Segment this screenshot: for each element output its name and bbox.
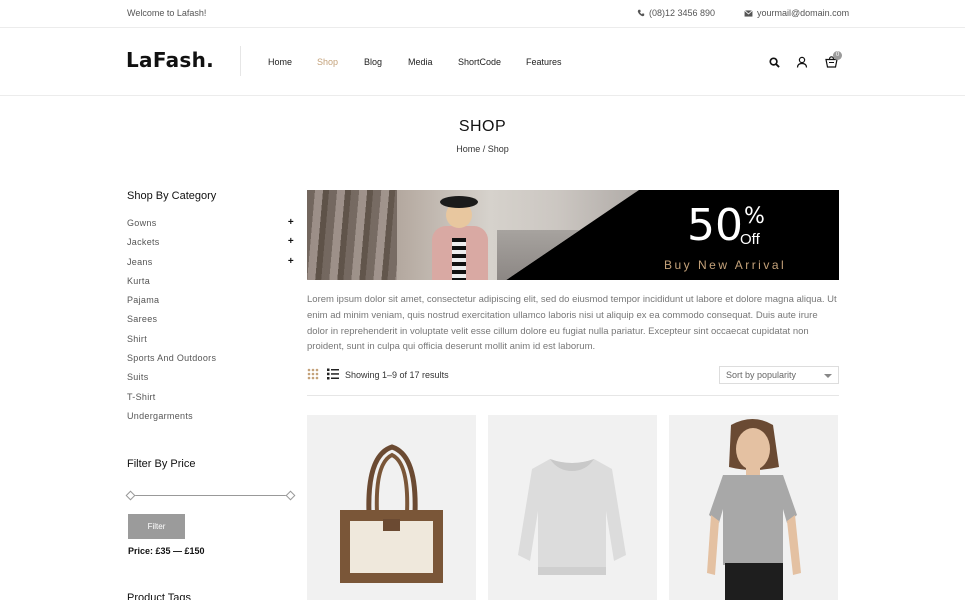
category-label: Jackets [127, 237, 160, 248]
welcome-text: Welcome to Lafash! [127, 8, 207, 18]
price-heading: Filter By Price [127, 458, 196, 470]
category-label: Gowns [127, 218, 157, 228]
category-item[interactable]: Sarees [127, 314, 295, 333]
user-icon[interactable] [796, 56, 808, 68]
slider-min-handle[interactable] [125, 490, 136, 501]
nav-media[interactable]: Media [408, 57, 433, 67]
expand-plus-icon[interactable]: + [288, 236, 294, 247]
promo-banner[interactable]: 50 % Off Buy New Arrival [307, 190, 839, 280]
chevron-down-icon [824, 374, 832, 378]
email-address: yourmail@domain.com [757, 8, 850, 18]
sweater-image [518, 459, 626, 575]
phone-contact: (08)12 3456 890 [637, 8, 715, 18]
list-view-icon[interactable] [327, 368, 339, 380]
product-card[interactable] [488, 415, 657, 600]
category-item[interactable]: Shirt [127, 334, 295, 353]
banner-trees [307, 190, 397, 280]
category-item[interactable]: Jeans + [127, 256, 295, 276]
grid-view-icon[interactable] [307, 368, 319, 380]
shop-description: Lorem ipsum dolor sit amet, consectetur … [307, 294, 837, 353]
mail-icon [744, 9, 753, 17]
tshirt-model-image [707, 419, 801, 600]
category-label: T-Shirt [127, 391, 156, 402]
category-label: Kurta [127, 275, 151, 286]
category-item[interactable]: Sports And Outdoors [127, 353, 295, 372]
banner-off: Off [740, 231, 760, 248]
site-header: LaFash. Home Shop Blog Media ShortCode F… [0, 28, 965, 96]
sort-select[interactable]: Sort by popularity [719, 366, 839, 384]
filter-button[interactable]: Filter [128, 514, 185, 539]
banner-subtitle: Buy New Arrival [664, 258, 787, 272]
banner-photo [307, 190, 639, 280]
category-item[interactable]: Suits [127, 372, 295, 391]
logo-divider [240, 46, 241, 76]
category-item[interactable]: Undergarments [127, 411, 295, 430]
price-range-label: Price: £35 — £150 [128, 546, 205, 556]
nav-blog[interactable]: Blog [364, 57, 382, 67]
tote-bag-image [340, 444, 443, 583]
page-title: SHOP [458, 118, 507, 135]
nav-home[interactable]: Home [268, 57, 292, 67]
banner-sea [497, 230, 637, 280]
email-contact[interactable]: yourmail@domain.com [744, 8, 849, 18]
expand-plus-icon[interactable]: + [288, 217, 294, 228]
category-label: Sarees [127, 314, 158, 325]
results-count: Showing 1–9 of 17 results [345, 370, 449, 380]
category-heading: Shop By Category [127, 190, 217, 202]
banner-discount: 50 [687, 200, 743, 251]
price-range-slider[interactable] [125, 490, 296, 501]
slider-max-handle[interactable] [285, 490, 296, 501]
product-card[interactable] [669, 415, 838, 600]
search-icon[interactable] [769, 57, 780, 68]
category-item[interactable]: Pajama [127, 295, 295, 314]
phone-icon [637, 9, 645, 17]
nav-shortcode[interactable]: ShortCode [458, 57, 501, 67]
nav-shop[interactable]: Shop [317, 57, 338, 67]
shop-toolbar: Showing 1–9 of 17 results Sort by popula… [307, 366, 839, 396]
category-label: Sports And Outdoors [127, 353, 217, 364]
category-label: Shirt [127, 333, 148, 344]
breadcrumb: Home / Shop [456, 144, 509, 154]
category-item[interactable]: T-Shirt [127, 392, 295, 411]
banner-model-top [452, 238, 466, 280]
category-item[interactable]: Jackets + [127, 236, 295, 256]
banner-percent: % [744, 204, 765, 229]
top-bar: Welcome to Lafash! (08)12 3456 890 yourm… [0, 0, 965, 28]
category-list: Gowns + Jackets + Jeans + Kurta Pajama Sare… [127, 217, 295, 430]
category-item[interactable]: Gowns + [127, 217, 295, 237]
category-label: Jeans [127, 256, 153, 267]
site-logo[interactable]: LaFash. [126, 48, 214, 72]
expand-plus-icon[interactable]: + [288, 256, 294, 267]
category-label: Suits [127, 372, 149, 383]
tags-heading: Product Tags [127, 592, 192, 600]
phone-number: (08)12 3456 890 [649, 8, 716, 18]
cart-count-badge: 0 [833, 51, 842, 60]
category-label: Pajama [127, 295, 160, 306]
category-item[interactable]: Kurta [127, 276, 295, 295]
banner-model-hat [440, 196, 478, 208]
nav-features[interactable]: Features [526, 57, 562, 67]
sort-selected-value: Sort by popularity [726, 370, 797, 380]
product-card[interactable] [307, 415, 476, 600]
category-label: Undergarments [127, 410, 193, 421]
